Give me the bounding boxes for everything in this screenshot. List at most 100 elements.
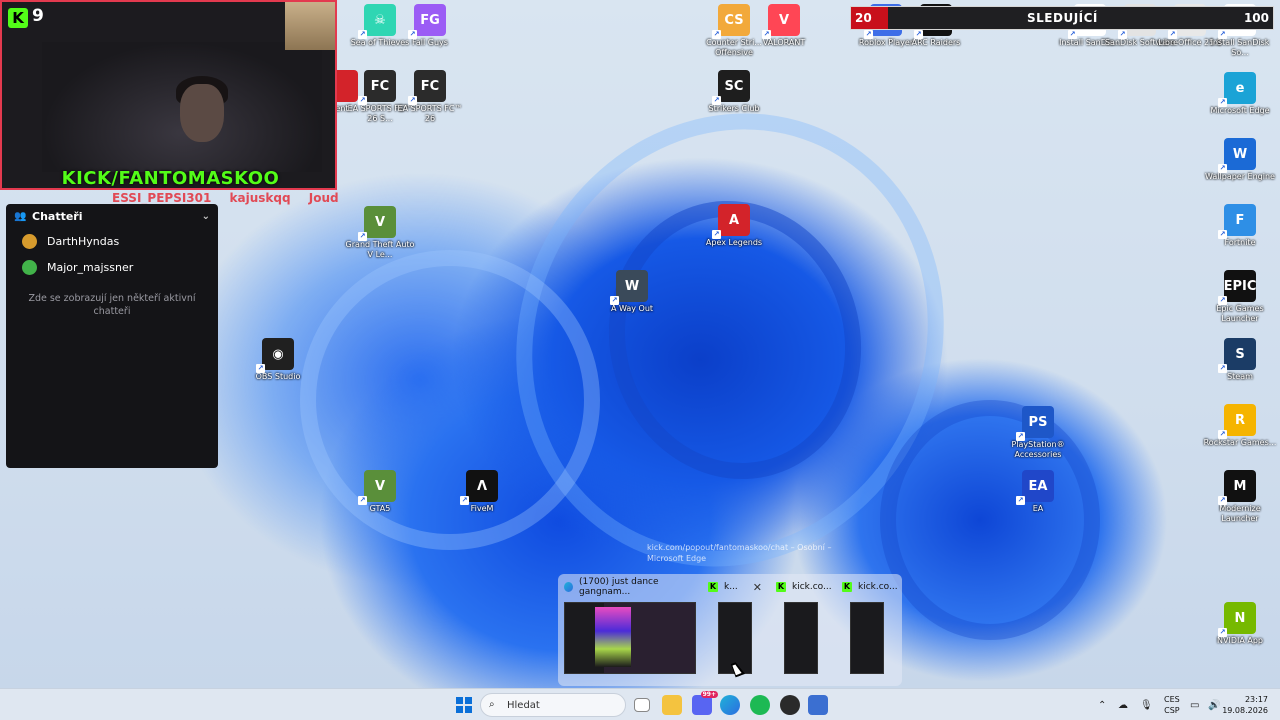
microphone-icon[interactable]: 🎙 (1140, 689, 1153, 720)
viewer-count: 9 (32, 6, 44, 26)
chatters-header[interactable]: 👥 Chatteři ⌄ (6, 204, 218, 228)
tray-overflow-icon[interactable]: ⌃ (1098, 689, 1106, 720)
desktop-icon-label: Rockstar Games... (1203, 438, 1277, 447)
fall-guys-icon: FG ↗ (408, 4, 446, 39)
kick-icon: K (842, 582, 852, 592)
desktop-icon-label: EA SPORTS FC™ 26 (397, 104, 463, 123)
icon-glyph: FG (420, 12, 440, 28)
onedrive-icon[interactable]: ☁ (1118, 689, 1128, 720)
desktop-icon-playstation-accessories[interactable]: PS ↗ PlayStation® Accessories (1000, 406, 1076, 460)
desktop-icon-gta5[interactable]: V ↗ GTA5 (342, 470, 418, 514)
follow-count: 20 (855, 11, 872, 25)
date: 19.08.2026 (1222, 706, 1268, 715)
kick-handle: KICK/FANTOMASKOO (61, 168, 280, 189)
desktop-icon-label: Fall Guys (412, 38, 448, 47)
desktop-icon-nvidia-app[interactable]: N ↗ NVIDIA App (1202, 602, 1278, 646)
shortcut-arrow-icon: ↗ (1218, 230, 1227, 239)
network-icon[interactable]: ▭ (1190, 689, 1199, 720)
shortcut-arrow-icon: ↗ (408, 96, 417, 105)
icon-glyph: EA (1028, 478, 1048, 494)
icon-glyph: F (1235, 212, 1245, 228)
thumbnail-title: k... (724, 582, 738, 592)
desktop-icon-valorant[interactable]: V ↗ VALORANT (746, 4, 822, 48)
desktop-icon-steam[interactable]: S ↗ Steam (1202, 338, 1278, 382)
chatter-item[interactable]: DarthHyndas (6, 228, 218, 254)
taskbar-thumbnails: (1700) just dance gangnam... Kk... ✕ Kkic… (558, 574, 902, 686)
shortcut-arrow-icon: ↗ (1218, 430, 1227, 439)
thumbnail-image (564, 602, 696, 674)
shortcut-arrow-icon: ↗ (712, 230, 721, 239)
chatter-item[interactable]: Major_majssner (6, 254, 218, 280)
desktop-icon-ea[interactable]: EA ↗ EA (1000, 470, 1076, 514)
ea-fc26-b-icon: FC ↗ (408, 70, 446, 105)
discord-badge: 99+ (700, 691, 718, 698)
chat-name: kajuskqq (229, 191, 291, 205)
desktop-icon-microsoft-edge[interactable]: e ↗ Microsoft Edge (1202, 72, 1278, 116)
desktop-icon-rockstar[interactable]: R ↗ Rockstar Games... (1202, 404, 1278, 448)
desktop-icon-epic-games[interactable]: EPIC ↗ Epic Games Launcher (1202, 270, 1278, 324)
avatar (22, 259, 37, 275)
file-explorer-icon[interactable] (662, 695, 682, 715)
discord-icon[interactable]: 99+ (692, 691, 718, 715)
desktop-icon-grand-theft-auto[interactable]: V ↗ Grand Theft Auto V Le... (342, 206, 418, 260)
icon-glyph: Λ (476, 478, 488, 494)
desktop-icon-label: VALORANT (762, 38, 806, 47)
desktop-icon-label: Grand Theft Auto V Le... (345, 240, 415, 259)
desktop-icon-label: Wallpaper Engine (1205, 172, 1275, 181)
icon-glyph: CS (724, 12, 744, 28)
desktop-icon-modernize[interactable]: M ↗ Modernize Launcher (1202, 470, 1278, 524)
clock[interactable]: 23:17 19.08.2026 (1222, 694, 1268, 716)
chevron-down-icon[interactable]: ⌄ (202, 211, 210, 222)
thumbnail-edge[interactable]: (1700) just dance gangnam... (558, 574, 700, 684)
thumbnail-kick[interactable]: Kkick.co... (836, 574, 902, 684)
shortcut-arrow-icon: ↗ (1218, 364, 1227, 373)
shortcut-arrow-icon: ↗ (358, 232, 367, 241)
desktop-icon-label: EA (1032, 504, 1044, 513)
desktop-icon-a-way-out[interactable]: W ↗ A Way Out (594, 270, 670, 314)
desktop-icon-fortnite[interactable]: F ↗ Fortnite (1202, 204, 1278, 248)
desktop-icon-obs-studio[interactable]: ◉ ↗ OBS Studio (240, 338, 316, 382)
desktop-icon-fall-guys[interactable]: FG ↗ Fall Guys (392, 4, 468, 48)
shortcut-arrow-icon: ↗ (1016, 432, 1025, 441)
desktop-icon-wallpaper-engine[interactable]: W ↗ Wallpaper Engine (1202, 138, 1278, 182)
icon-glyph: R (1234, 412, 1245, 428)
icon-glyph: M (1233, 478, 1247, 494)
icon-glyph: PS (1028, 414, 1048, 430)
icon-glyph: FC (420, 78, 440, 94)
close-icon[interactable]: ✕ (753, 581, 762, 594)
shortcut-arrow-icon: ↗ (1218, 496, 1227, 505)
desktop-icon-ea-fc26-b[interactable]: FC ↗ EA SPORTS FC™ 26 (392, 70, 468, 124)
desktop-icon-label: GTA5 (369, 504, 391, 513)
desktop-icon-apex-legends[interactable]: A ↗ Apex Legends (696, 204, 772, 248)
desktop-icon-label: Apex Legends (705, 238, 763, 247)
avatar (22, 233, 37, 249)
rocket-league-icon[interactable] (808, 695, 828, 715)
obs-icon[interactable] (780, 695, 800, 715)
thumbnail-kick[interactable]: Kkick.co... (770, 574, 836, 684)
fivem-icon: Λ ↗ (460, 470, 498, 505)
search-box[interactable]: ⌕ Hledat (480, 693, 626, 717)
task-view-icon[interactable] (634, 698, 650, 712)
window-tooltip: kick.com/popout/fantomaskoo/chat – Osobn… (647, 543, 832, 563)
desktop-icon-fivem[interactable]: Λ ↗ FiveM (444, 470, 520, 514)
language-indicator[interactable]: CES CSP (1164, 694, 1180, 716)
chat-overlay-names: ESSI_PEPSI301 kajuskqq Joud (112, 191, 353, 205)
thumbnail-title: kick.co... (792, 582, 832, 592)
shortcut-arrow-icon: ↗ (712, 30, 721, 39)
desktop-icon-label: Epic Games Launcher (1216, 304, 1264, 323)
volume-icon[interactable]: 🔊 (1208, 689, 1220, 720)
chatters-note: Zde se zobrazují jen někteří aktivní cha… (28, 293, 196, 317)
shortcut-arrow-icon: ↗ (1218, 98, 1227, 107)
edge-icon[interactable] (720, 695, 740, 715)
icon-glyph: SC (724, 78, 744, 94)
start-button[interactable] (454, 695, 474, 715)
shortcut-arrow-icon: ↗ (712, 96, 721, 105)
desktop-icon-strikers-club[interactable]: SC ↗ Strikers Club (696, 70, 772, 114)
spotify-icon[interactable] (750, 695, 770, 715)
icon-glyph: ◉ (272, 346, 284, 362)
taskbar: ⌕ Hledat 99+ ⌃ ☁ 🎙 CES CSP ▭ 🔊 23:17 19.… (0, 688, 1280, 720)
chatters-panel: 👥 Chatteři ⌄ DarthHyndas Major_majssner … (6, 204, 218, 468)
icon-glyph: ☠ (374, 12, 386, 28)
time: 23:17 (1244, 695, 1268, 704)
shortcut-arrow-icon: ↗ (256, 364, 265, 373)
